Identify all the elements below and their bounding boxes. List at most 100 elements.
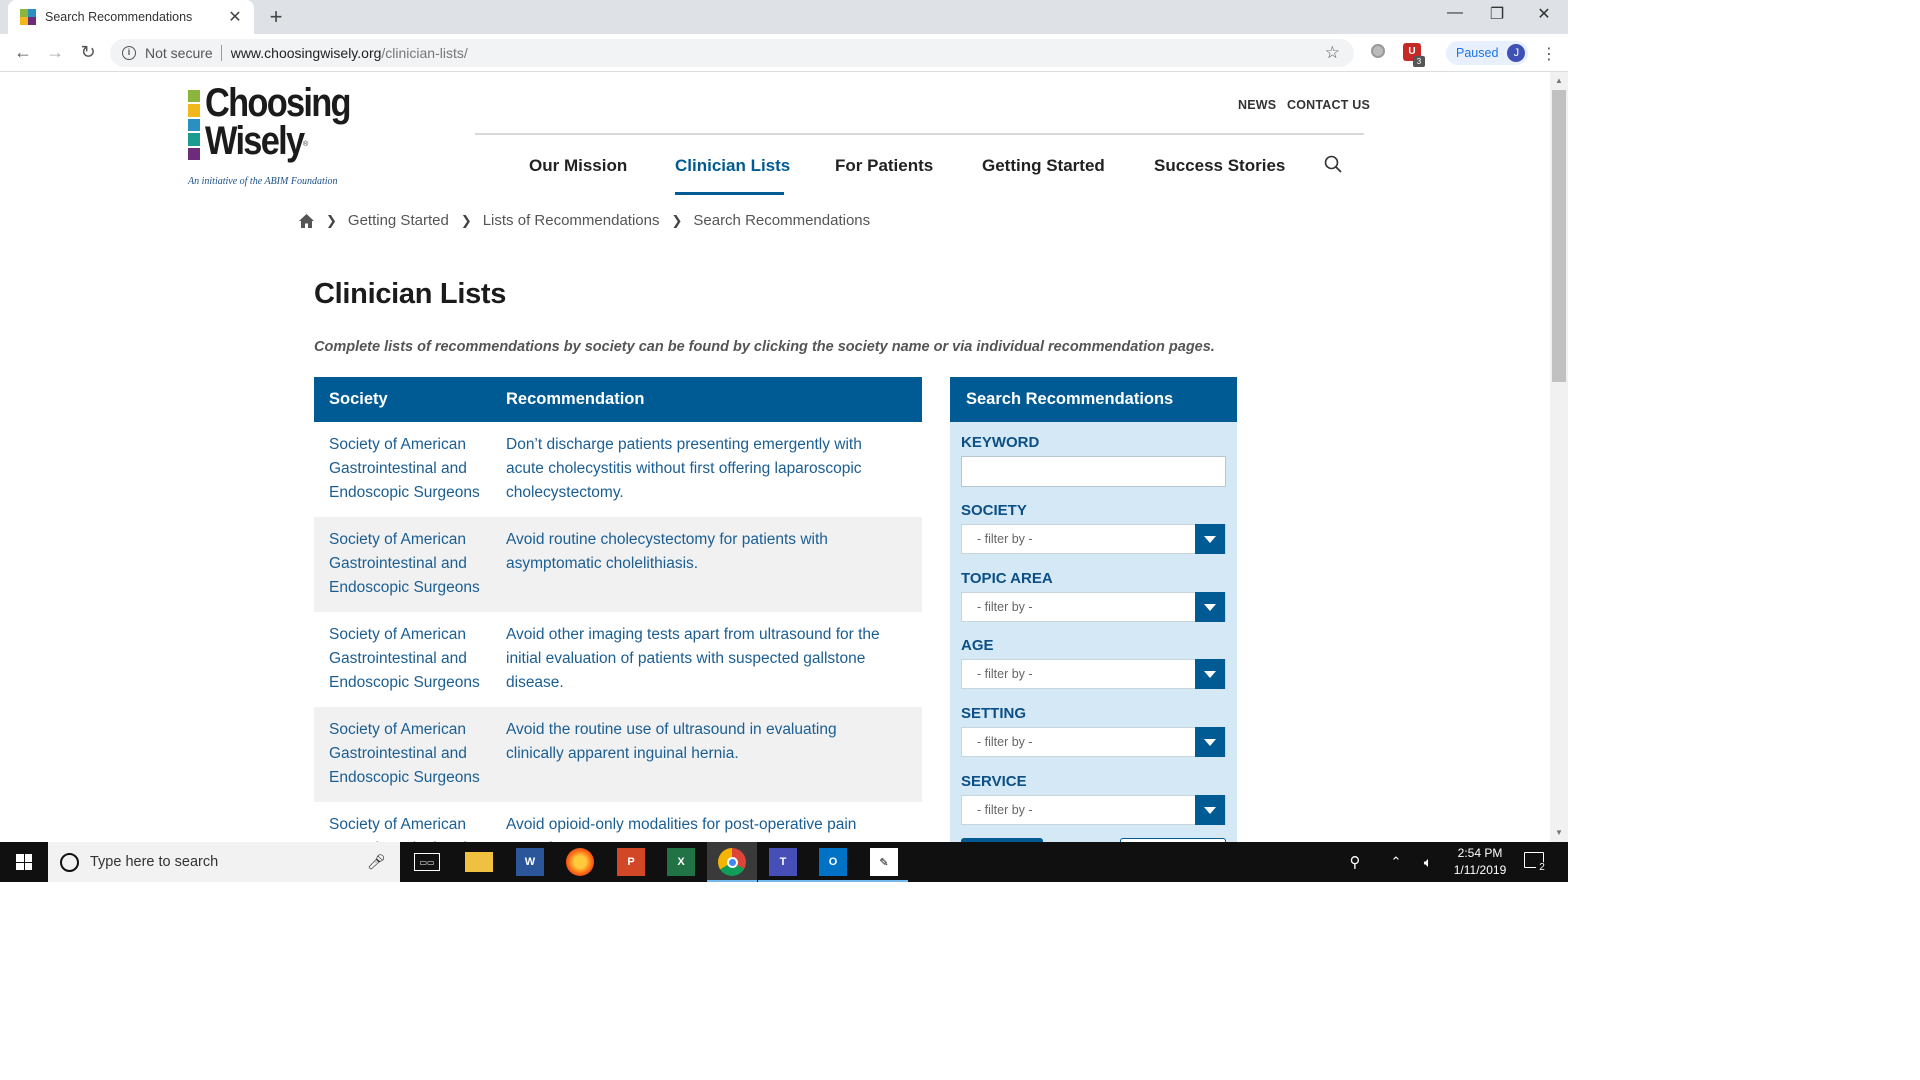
- table-row: Society of American Gastrointestinal and…: [314, 517, 922, 612]
- chevron-down-icon[interactable]: [1195, 592, 1225, 622]
- recommendation-link[interactable]: Avoid routine cholecystectomy for patien…: [506, 528, 906, 600]
- table-row: Society of American Gastrointestinal and…: [314, 612, 922, 707]
- extension-badge: 3: [1413, 56, 1425, 67]
- keyword-input[interactable]: [961, 456, 1226, 487]
- volume-icon[interactable]: 🔈︎: [1416, 842, 1440, 882]
- running-app-indicator: [858, 880, 908, 882]
- url-host: www.choosingwisely.org: [230, 45, 382, 61]
- firefox-icon[interactable]: [566, 848, 594, 876]
- society-link[interactable]: Society of American Gastrointestinal and…: [314, 623, 506, 695]
- chevron-down-icon[interactable]: [1195, 795, 1225, 825]
- restore-button[interactable]: ❐: [1474, 4, 1520, 24]
- nav-getting-started[interactable]: Getting Started: [982, 156, 1105, 176]
- logo-color-bars: [188, 90, 200, 162]
- start-button[interactable]: [0, 842, 48, 882]
- powerpoint-icon[interactable]: P: [617, 848, 645, 876]
- column-header-recommendation: Recommendation: [506, 390, 645, 408]
- outlook-icon[interactable]: O: [819, 848, 847, 876]
- back-arrow-icon[interactable]: ←: [12, 42, 34, 63]
- running-app-indicator: [758, 880, 808, 882]
- society-link[interactable]: Society of American Gastrointestinal and: [314, 813, 506, 842]
- active-nav-indicator: [675, 192, 784, 195]
- nav-for-patients[interactable]: For Patients: [835, 156, 933, 176]
- topic-area-filter-select[interactable]: - filter by -: [961, 592, 1226, 622]
- society-link[interactable]: Society of American Gastrointestinal and…: [314, 718, 506, 790]
- profile-button[interactable]: Paused J: [1446, 41, 1528, 65]
- nav-success-stories[interactable]: Success Stories: [1154, 156, 1285, 176]
- logo-registered-mark: ®: [303, 141, 309, 148]
- recommendation-link[interactable]: Don’t discharge patients presenting emer…: [506, 433, 906, 505]
- task-view-icon[interactable]: ▭▭: [414, 853, 440, 871]
- info-icon[interactable]: i: [122, 46, 136, 60]
- system-clock[interactable]: 2:54 PM 1/11/2019: [1442, 845, 1518, 879]
- search-icon[interactable]: [1324, 155, 1342, 173]
- new-tab-button[interactable]: +: [264, 4, 288, 30]
- extension-icon[interactable]: [1371, 44, 1385, 58]
- chevron-up-icon[interactable]: ⌃: [1384, 842, 1408, 882]
- bookmark-star-icon[interactable]: ☆: [1325, 43, 1340, 63]
- windows-logo-icon: [16, 854, 32, 870]
- setting-filter-select[interactable]: - filter by -: [961, 727, 1226, 757]
- chrome-icon[interactable]: [718, 848, 746, 876]
- recommendation-link[interactable]: Avoid opioid-only modalities for post-op…: [506, 813, 906, 842]
- recommendation-link[interactable]: Avoid the routine use of ultrasound in e…: [506, 718, 906, 790]
- society-filter-label: SOCIETY: [961, 502, 1027, 519]
- breadcrumb-search-recommendations: Search Recommendations: [693, 212, 871, 229]
- taskbar-search-placeholder: Type here to search: [90, 854, 219, 870]
- scroll-down-icon[interactable]: ▼: [1550, 828, 1568, 837]
- chevron-down-icon[interactable]: [1195, 659, 1225, 689]
- taskbar-search-box[interactable]: Type here to search 🎤︎: [48, 842, 400, 882]
- tab-title: Search Recommendations: [45, 10, 193, 24]
- reload-icon[interactable]: ↻: [77, 42, 99, 63]
- address-bar[interactable]: i Not secure www.choosingwisely.org /cli…: [110, 39, 1354, 67]
- people-icon[interactable]: ⚲: [1343, 842, 1367, 882]
- page-title: Clinician Lists: [314, 278, 507, 310]
- society-link[interactable]: Society of American Gastrointestinal and…: [314, 433, 506, 505]
- table-row: Society of American Gastrointestinal and…: [314, 802, 922, 842]
- scrollbar-thumb[interactable]: [1552, 90, 1566, 382]
- service-filter-value: - filter by -: [977, 803, 1033, 817]
- chevron-right-icon: ❯: [326, 212, 337, 228]
- teams-icon[interactable]: T: [769, 848, 797, 876]
- breadcrumb: ❯ Getting Started ❯ Lists of Recommendat…: [299, 212, 870, 229]
- page-scrollbar[interactable]: ▲ ▼: [1550, 72, 1568, 842]
- nav-our-mission[interactable]: Our Mission: [529, 156, 627, 176]
- home-icon[interactable]: [299, 213, 314, 228]
- keyword-label: KEYWORD: [961, 434, 1040, 451]
- microphone-icon[interactable]: 🎤︎: [367, 853, 386, 871]
- chevron-down-icon[interactable]: [1195, 727, 1225, 757]
- file-explorer-icon[interactable]: [465, 852, 493, 872]
- column-header-society: Society: [329, 390, 388, 408]
- setting-filter-value: - filter by -: [977, 735, 1033, 749]
- service-filter-select[interactable]: - filter by -: [961, 795, 1226, 825]
- browser-menu-icon[interactable]: ⋮: [1541, 44, 1557, 64]
- setting-filter-label: SETTING: [961, 705, 1027, 722]
- recommendation-link[interactable]: Avoid other imaging tests apart from ult…: [506, 623, 906, 695]
- breadcrumb-lists-of-recommendations[interactable]: Lists of Recommendations: [483, 212, 660, 229]
- news-link[interactable]: NEWS: [1238, 98, 1276, 112]
- profile-status: Paused: [1456, 46, 1499, 60]
- excel-icon[interactable]: X: [667, 848, 695, 876]
- active-app-indicator: [707, 880, 757, 882]
- choosing-wisely-logo[interactable]: Choosing Wisely ® An initiative of the A…: [186, 83, 356, 192]
- cortana-icon: [60, 852, 79, 872]
- society-link[interactable]: Society of American Gastrointestinal and…: [314, 528, 506, 600]
- table-row: Society of American Gastrointestinal and…: [314, 422, 922, 517]
- contact-us-link[interactable]: CONTACT US: [1287, 98, 1370, 112]
- forward-arrow-icon[interactable]: →: [44, 42, 66, 63]
- nav-clinician-lists[interactable]: Clinician Lists: [675, 156, 790, 176]
- society-filter-select[interactable]: - filter by -: [961, 524, 1226, 554]
- age-filter-label: AGE: [961, 637, 994, 654]
- page-viewport: Choosing Wisely ® An initiative of the A…: [0, 72, 1550, 842]
- word-icon[interactable]: W: [516, 848, 544, 876]
- society-filter-value: - filter by -: [977, 532, 1033, 546]
- window-close-button[interactable]: ✕: [1521, 4, 1567, 24]
- minimize-button[interactable]: —: [1432, 4, 1478, 22]
- browser-tab-active[interactable]: Search Recommendations ✕: [8, 0, 254, 34]
- scroll-up-icon[interactable]: ▲: [1550, 76, 1568, 85]
- chevron-down-icon[interactable]: [1195, 524, 1225, 554]
- sticky-notes-icon[interactable]: ✎: [870, 848, 898, 876]
- breadcrumb-getting-started[interactable]: Getting Started: [348, 212, 449, 229]
- age-filter-select[interactable]: - filter by -: [961, 659, 1226, 689]
- tab-close-icon[interactable]: ✕: [224, 7, 246, 27]
